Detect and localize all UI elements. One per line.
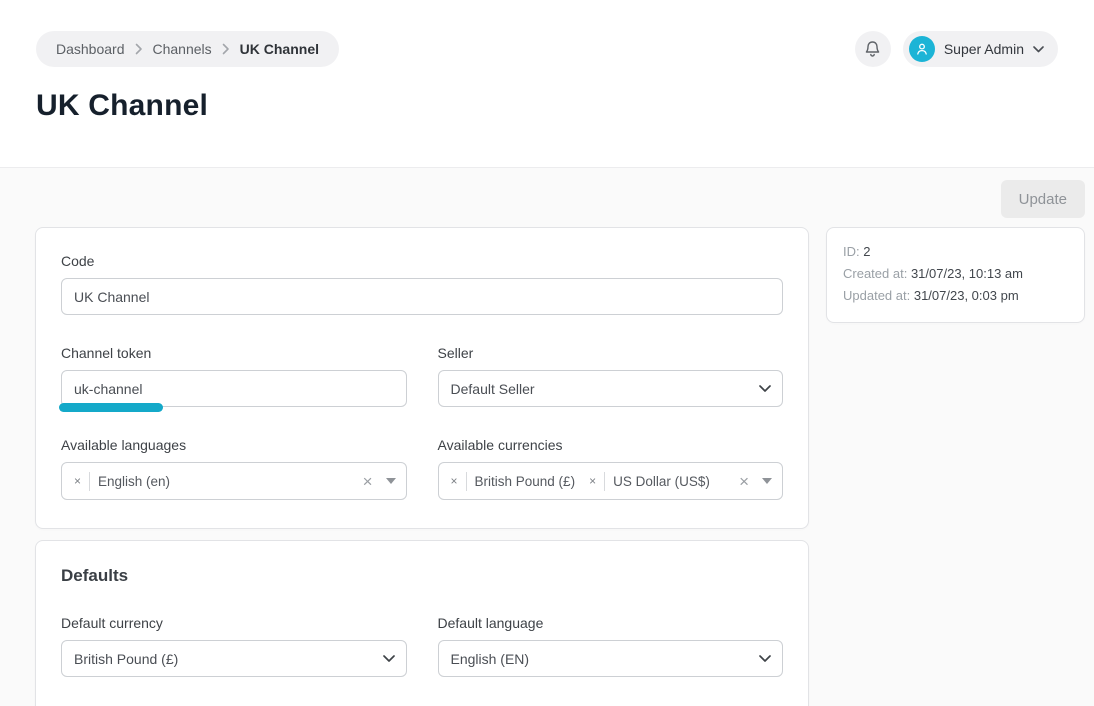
channel-token-label: Channel token xyxy=(61,345,407,361)
updated-value: 31/07/23, 0:03 pm xyxy=(914,288,1019,303)
seller-selected-value: Default Seller xyxy=(451,381,535,397)
default-currency-select[interactable]: British Pound (£) xyxy=(61,640,407,677)
channel-details-card: Code Channel token Seller Defa xyxy=(35,227,809,529)
seller-field-group: Seller Default Seller xyxy=(438,345,784,407)
dropdown-arrow-icon[interactable] xyxy=(762,478,772,484)
chip-divider xyxy=(89,472,90,491)
default-currency-field-group: Default currency British Pound (£) xyxy=(61,615,407,677)
created-label: Created at: xyxy=(843,266,907,281)
available-languages-field-group: Available languages × English (en) × xyxy=(61,437,407,500)
code-label: Code xyxy=(61,253,783,269)
bell-icon xyxy=(864,40,881,58)
seller-select[interactable]: Default Seller xyxy=(438,370,784,407)
available-languages-label: Available languages xyxy=(61,437,407,453)
user-name: Super Admin xyxy=(944,41,1024,57)
content-area: Update Code Channel token xyxy=(0,168,1094,706)
remove-chip-icon[interactable]: × xyxy=(589,475,596,487)
page-title: UK Channel xyxy=(36,89,1058,123)
channel-token-input[interactable] xyxy=(61,370,407,407)
channel-token-field-group: Channel token xyxy=(61,345,407,407)
chip-divider xyxy=(604,472,605,491)
avatar xyxy=(909,36,935,62)
remove-chip-icon[interactable]: × xyxy=(74,475,81,487)
record-updated-at: Updated at: 31/07/23, 0:03 pm xyxy=(843,285,1068,307)
chip-label: British Pound (£) xyxy=(475,474,576,489)
top-header: Dashboard Channels UK Channel xyxy=(0,0,1094,168)
chevron-down-icon xyxy=(759,385,771,393)
updated-label: Updated at: xyxy=(843,288,910,303)
notifications-button[interactable] xyxy=(855,31,891,67)
user-menu[interactable]: Super Admin xyxy=(903,31,1058,67)
currency-chip: × US Dollar (US$) xyxy=(589,472,710,491)
breadcrumb-item-uk-channel: UK Channel xyxy=(240,41,319,57)
default-language-field-group: Default language English (EN) xyxy=(438,615,784,677)
default-language-select[interactable]: English (EN) xyxy=(438,640,784,677)
record-created-at: Created at: 31/07/23, 10:13 am xyxy=(843,263,1068,285)
created-value: 31/07/23, 10:13 am xyxy=(911,266,1023,281)
person-icon xyxy=(915,42,929,56)
available-currencies-multiselect[interactable]: × British Pound (£) × US Dollar (US$) xyxy=(438,462,784,500)
seller-label: Seller xyxy=(438,345,784,361)
record-id: ID: 2 xyxy=(843,241,1068,263)
chip-label: US Dollar (US$) xyxy=(613,474,710,489)
clear-all-icon[interactable]: × xyxy=(363,473,373,490)
default-language-selected-value: English (EN) xyxy=(451,651,530,667)
chip-divider xyxy=(466,472,467,491)
breadcrumb-item-channels[interactable]: Channels xyxy=(153,41,212,57)
language-chip: × English (en) xyxy=(74,472,170,491)
chevron-down-icon xyxy=(759,655,771,663)
breadcrumb: Dashboard Channels UK Channel xyxy=(36,31,339,67)
available-currencies-label: Available currencies xyxy=(438,437,784,453)
chevron-down-icon xyxy=(1033,46,1044,53)
currency-chip: × British Pound (£) xyxy=(451,472,576,491)
defaults-heading: Defaults xyxy=(61,566,783,586)
chip-label: English (en) xyxy=(98,474,170,489)
default-currency-label: Default currency xyxy=(61,615,407,631)
code-input[interactable] xyxy=(61,278,783,315)
id-value: 2 xyxy=(863,244,870,259)
teal-highlight-underline xyxy=(59,403,163,412)
available-languages-multiselect[interactable]: × English (en) × xyxy=(61,462,407,500)
chevron-right-icon xyxy=(135,43,143,55)
id-label: ID: xyxy=(843,244,860,259)
clear-all-icon[interactable]: × xyxy=(739,473,749,490)
code-field-group: Code xyxy=(61,253,783,315)
dropdown-arrow-icon[interactable] xyxy=(386,478,396,484)
record-info-card: ID: 2 Created at: 31/07/23, 10:13 am Upd… xyxy=(826,227,1085,323)
update-button[interactable]: Update xyxy=(1001,180,1085,218)
default-language-label: Default language xyxy=(438,615,784,631)
breadcrumb-item-dashboard[interactable]: Dashboard xyxy=(56,41,125,57)
default-currency-selected-value: British Pound (£) xyxy=(74,651,178,667)
remove-chip-icon[interactable]: × xyxy=(451,475,458,487)
chevron-down-icon xyxy=(383,655,395,663)
chevron-right-icon xyxy=(222,43,230,55)
defaults-card: Defaults Default currency British Pound … xyxy=(35,540,809,706)
available-currencies-field-group: Available currencies × British Pound (£)… xyxy=(438,437,784,500)
